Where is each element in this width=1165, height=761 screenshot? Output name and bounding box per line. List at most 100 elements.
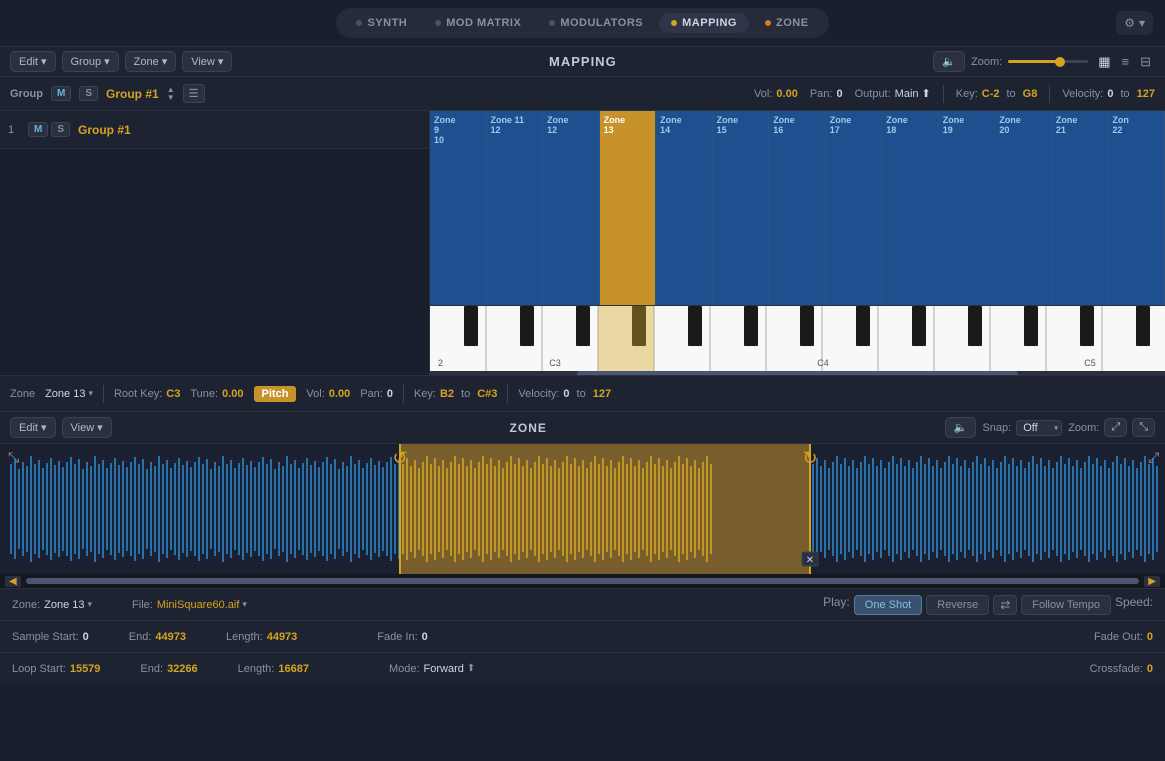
loop-mode: Mode: Forward ⬆ — [389, 663, 475, 675]
zone-speaker-button[interactable]: 🔈 — [945, 417, 977, 438]
crossfade-value[interactable]: 0 — [1147, 663, 1153, 675]
loop-end-value[interactable]: 32266 — [167, 663, 198, 675]
zone-col-22[interactable]: Zon22 — [1108, 111, 1165, 305]
grid-view-button[interactable]: ▦ — [1094, 52, 1114, 72]
nav-item-synth[interactable]: SYNTH — [344, 13, 419, 33]
zone-menu-button[interactable]: Zone ▾ — [125, 51, 177, 72]
zone-col-20[interactable]: Zone20 — [995, 111, 1052, 305]
list-view-button[interactable]: ≡ — [1118, 52, 1134, 72]
group-name: Group #1 — [106, 87, 159, 101]
view-menu-button[interactable]: View ▾ — [182, 51, 232, 72]
zone-vel-to[interactable]: 127 — [593, 388, 611, 400]
tune-value[interactable]: 0.00 — [222, 388, 243, 400]
fade-out-value[interactable]: 0 — [1147, 631, 1153, 643]
info-zone-name-selector[interactable]: Zone 13 ▾ — [44, 599, 92, 611]
zone-key-to[interactable]: C#3 — [477, 388, 497, 400]
scroll-left-button[interactable]: ◀ — [5, 576, 21, 587]
nav-dot-modulators — [549, 20, 555, 26]
track-num: 1 — [8, 124, 28, 136]
zone-key-from[interactable]: B2 — [440, 388, 454, 400]
zone-col-21[interactable]: Zone21 — [1052, 111, 1109, 305]
group-menu-button[interactable]: Group ▾ — [62, 51, 119, 72]
mute-button[interactable]: M — [51, 86, 71, 101]
reverse-button[interactable]: Reverse — [926, 595, 989, 615]
scroll-track[interactable] — [26, 578, 1140, 584]
pan-value[interactable]: 0 — [836, 88, 842, 100]
key-from[interactable]: C-2 — [982, 88, 1000, 100]
velocity-from[interactable]: 0 — [1107, 88, 1113, 100]
track-solo-button[interactable]: S — [51, 122, 70, 137]
nav-dot-synth — [356, 20, 362, 26]
zone-col-9-10[interactable]: Zone910 — [430, 111, 487, 305]
zone-vel-from[interactable]: 0 — [563, 388, 569, 400]
zone-status-label: Zone — [10, 388, 35, 400]
nav-item-zone[interactable]: ZONE — [753, 13, 821, 33]
svg-text:↺: ↺ — [392, 448, 407, 468]
info-file-label: File: — [132, 599, 153, 611]
sample-start-value[interactable]: 0 — [83, 631, 89, 643]
zone-view-menu-button[interactable]: View ▾ — [62, 417, 112, 438]
zone-vol-value[interactable]: 0.00 — [329, 388, 350, 400]
sample-length-value[interactable]: 44973 — [267, 631, 298, 643]
zone-scrollbar-thumb[interactable] — [577, 371, 1018, 375]
key-to[interactable]: G8 — [1023, 88, 1038, 100]
svg-text:✕: ✕ — [806, 555, 814, 566]
zoom-label-zone: Zoom: — [1068, 422, 1099, 434]
nav-item-mapping[interactable]: MAPPING — [659, 13, 749, 33]
nav-item-modulators[interactable]: MODULATORS — [537, 13, 655, 33]
pitch-button[interactable]: Pitch — [254, 386, 297, 402]
zone-name-selector[interactable]: Zone 13 ▾ — [45, 388, 93, 400]
loop-length-value[interactable]: 16687 — [278, 663, 309, 675]
zone-col-14[interactable]: Zone14 — [656, 111, 713, 305]
loop-start-value[interactable]: 15579 — [70, 663, 101, 675]
bounce-button[interactable]: ⇄ — [993, 595, 1017, 615]
zone-col-11[interactable]: Zone 1112 — [487, 111, 544, 305]
zone-col-15[interactable]: Zone15 — [713, 111, 770, 305]
group-arrows[interactable]: ▲ ▼ — [167, 86, 175, 102]
key-to-label: to — [1006, 88, 1015, 100]
output-selector[interactable]: Main ⬆ — [895, 87, 931, 100]
fade-in: Fade In: 0 — [377, 631, 427, 643]
one-shot-button[interactable]: One Shot — [854, 595, 922, 615]
zone-pan-value[interactable]: 0 — [387, 388, 393, 400]
group-list-button[interactable]: ☰ — [183, 84, 205, 103]
zone-col-19[interactable]: Zone19 — [939, 111, 996, 305]
snap-select[interactable]: Off 1/16 1/8 1/4 — [1016, 420, 1062, 436]
zone-col-label-9-10: Zone910 — [434, 115, 456, 145]
zone-edit-menu-button[interactable]: Edit ▾ — [10, 417, 56, 438]
zone-scrollbar[interactable] — [430, 371, 1165, 375]
zone-col-16[interactable]: Zone16 — [769, 111, 826, 305]
output-label: Output: — [855, 88, 891, 100]
zoom-expand-button[interactable]: ⤡ — [1132, 418, 1155, 437]
fade-in-value[interactable]: 0 — [422, 631, 428, 643]
zoom-thumb[interactable] — [1055, 57, 1065, 67]
velocity-to[interactable]: 127 — [1137, 88, 1155, 100]
sep-zs3 — [507, 385, 508, 403]
solo-button[interactable]: S — [79, 86, 98, 101]
mapping-title: MAPPING — [238, 54, 927, 69]
zone-col-13[interactable]: Zone13 — [600, 111, 657, 305]
gear-button[interactable]: ⚙ ▾ — [1116, 11, 1153, 35]
loop-mode-selector[interactable]: Forward ⬆ — [424, 663, 476, 675]
scroll-right-button[interactable]: ▶ — [1144, 576, 1160, 587]
edit-menu-button[interactable]: Edit ▾ — [10, 51, 56, 72]
zoom-fit-button[interactable]: ⤢ — [1104, 418, 1127, 437]
sample-end-value[interactable]: 44973 — [155, 631, 186, 643]
follow-tempo-button[interactable]: Follow Tempo — [1021, 595, 1111, 615]
zone-col-12[interactable]: Zone12 — [543, 111, 600, 305]
zone-col-18[interactable]: Zone18 — [882, 111, 939, 305]
zone-col-17[interactable]: Zone17 — [826, 111, 883, 305]
zone-key-label: Key: — [414, 388, 436, 400]
detail-view-button[interactable]: ⊟ — [1136, 52, 1155, 72]
snap-selector[interactable]: Off 1/16 1/8 1/4 ▾ — [1016, 420, 1062, 436]
track-mute-button[interactable]: M — [28, 122, 48, 137]
zone-edit-chevron: ▾ — [41, 421, 47, 434]
sample-start: Sample Start: 0 — [12, 631, 89, 643]
nav-item-mod-matrix[interactable]: MOD MATRIX — [423, 13, 533, 33]
fade-out-label: Fade Out: — [1094, 631, 1143, 643]
zoom-slider[interactable] — [1008, 60, 1088, 63]
root-key-value[interactable]: C3 — [166, 388, 180, 400]
vol-value[interactable]: 0.00 — [776, 88, 797, 100]
file-selector[interactable]: MiniSquare60.aif ▾ — [157, 599, 247, 611]
speaker-button[interactable]: 🔈 — [933, 51, 965, 72]
